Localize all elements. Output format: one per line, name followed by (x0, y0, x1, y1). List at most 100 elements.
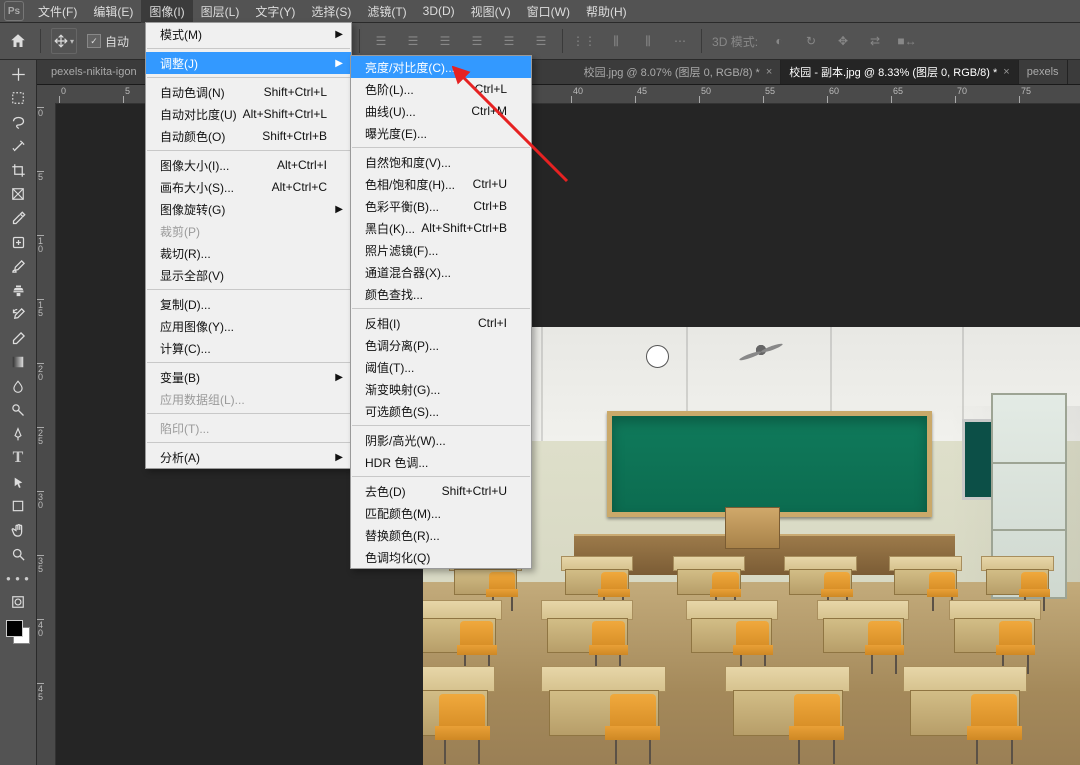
menu-variables[interactable]: 变量(B)▶ (146, 366, 351, 388)
magic-wand-tool[interactable] (5, 135, 31, 157)
marquee-tool[interactable] (5, 87, 31, 109)
menu-help[interactable]: 帮助(H) (578, 0, 635, 23)
more-align-icon[interactable]: ⋯ (669, 30, 691, 52)
type-tool[interactable]: T (5, 447, 31, 469)
distribute-spacing-icon[interactable]: ⫼ (637, 30, 659, 52)
doc-tab-3[interactable]: pexels (1019, 60, 1068, 84)
menu-canvas-size[interactable]: 画布大小(S)...Alt+Ctrl+C (146, 176, 351, 198)
menu-curves[interactable]: 曲线(U)...Ctrl+M (351, 100, 531, 122)
tool-preset-button[interactable]: ▾ (51, 28, 77, 54)
align-left-icon[interactable]: ☰ (370, 30, 392, 52)
eraser-tool[interactable] (5, 327, 31, 349)
menu-image[interactable]: 图像(I) (141, 0, 192, 23)
hand-tool[interactable] (5, 519, 31, 541)
ruler-vertical[interactable]: 051 01 52 02 53 03 54 04 5 (37, 103, 56, 765)
menu-window[interactable]: 窗口(W) (519, 0, 578, 23)
eyedropper-tool[interactable] (5, 207, 31, 229)
menu-color-lookup[interactable]: 颜色查找... (351, 283, 531, 305)
path-select-tool[interactable] (5, 471, 31, 493)
healing-brush-tool[interactable] (5, 231, 31, 253)
home-button[interactable] (6, 29, 30, 53)
menu-view[interactable]: 视图(V) (463, 0, 519, 23)
3d-slide-icon[interactable]: ⇄ (864, 30, 886, 52)
menu-threshold[interactable]: 阈值(T)... (351, 356, 531, 378)
menu-edit[interactable]: 编辑(E) (85, 0, 141, 23)
menu-posterize[interactable]: 色调分离(P)... (351, 334, 531, 356)
close-icon[interactable]: × (1003, 66, 1009, 78)
menu-auto-color[interactable]: 自动颜色(O)Shift+Ctrl+B (146, 125, 351, 147)
menu-image-rotation[interactable]: 图像旋转(G)▶ (146, 198, 351, 220)
menu-trim[interactable]: 裁切(R)... (146, 242, 351, 264)
3d-zoom-icon[interactable]: ■↔ (896, 30, 918, 52)
align-bottom-icon[interactable]: ☰ (530, 30, 552, 52)
frame-tool[interactable] (5, 183, 31, 205)
history-brush-tool[interactable] (5, 303, 31, 325)
menu-auto-contrast[interactable]: 自动对比度(U)Alt+Shift+Ctrl+L (146, 103, 351, 125)
doc-tab-0[interactable]: pexels-nikita-igon (37, 60, 146, 84)
menu-invert[interactable]: 反相(I)Ctrl+I (351, 312, 531, 334)
3d-roll-icon[interactable]: ↻ (800, 30, 822, 52)
menu-calculations[interactable]: 计算(C)... (146, 337, 351, 359)
3d-pan-icon[interactable]: ✥ (832, 30, 854, 52)
menu-apply-image[interactable]: 应用图像(Y)... (146, 315, 351, 337)
color-swatch[interactable] (6, 620, 30, 644)
menu-vibrance[interactable]: 自然饱和度(V)... (351, 151, 531, 173)
auto-select-checkbox[interactable]: ✓ 自动 (87, 33, 129, 50)
align-center-v-icon[interactable]: ☰ (498, 30, 520, 52)
3d-orbit-icon[interactable]: ◐ (768, 30, 790, 52)
move-tool[interactable] (5, 63, 31, 85)
menu-3d[interactable]: 3D(D) (415, 1, 463, 21)
menu-desaturate[interactable]: 去色(D)Shift+Ctrl+U (351, 480, 531, 502)
menu-hdr-toning[interactable]: HDR 色调... (351, 451, 531, 473)
menu-reveal-all[interactable]: 显示全部(V) (146, 264, 351, 286)
menu-filter[interactable]: 滤镜(T) (359, 0, 414, 23)
doc-tab-2[interactable]: 校园 - 副本.jpg @ 8.33% (图层 0, RGB/8) *× (781, 60, 1018, 84)
close-icon[interactable]: × (766, 66, 772, 78)
menu-hue-saturation[interactable]: 色相/饱和度(H)...Ctrl+U (351, 173, 531, 195)
menu-mode[interactable]: 模式(M)▶ (146, 23, 351, 45)
menu-type[interactable]: 文字(Y) (247, 0, 303, 23)
menu-equalize[interactable]: 色调均化(Q) (351, 546, 531, 568)
menu-black-white[interactable]: 黑白(K)...Alt+Shift+Ctrl+B (351, 217, 531, 239)
menu-duplicate[interactable]: 复制(D)... (146, 293, 351, 315)
align-right-icon[interactable]: ☰ (434, 30, 456, 52)
gradient-tool[interactable] (5, 351, 31, 373)
clone-stamp-tool[interactable] (5, 279, 31, 301)
menu-exposure[interactable]: 曝光度(E)... (351, 122, 531, 144)
menu-image-size[interactable]: 图像大小(I)...Alt+Ctrl+I (146, 154, 351, 176)
menu-shadows-highlights[interactable]: 阴影/高光(W)... (351, 429, 531, 451)
menu-color-balance[interactable]: 色彩平衡(B)...Ctrl+B (351, 195, 531, 217)
dodge-tool[interactable] (5, 399, 31, 421)
menu-file[interactable]: 文件(F) (30, 0, 85, 23)
lasso-tool[interactable] (5, 111, 31, 133)
menu-auto-tone[interactable]: 自动色调(N)Shift+Ctrl+L (146, 81, 351, 103)
menu-analysis[interactable]: 分析(A)▶ (146, 446, 351, 468)
doc-tab-1[interactable]: 校园.jpg @ 8.07% (图层 0, RGB/8) *× (576, 60, 782, 84)
menu-gradient-map[interactable]: 渐变映射(G)... (351, 378, 531, 400)
align-top-icon[interactable]: ☰ (466, 30, 488, 52)
menu-levels[interactable]: 色阶(L)...Ctrl+L (351, 78, 531, 100)
ruler-corner (37, 85, 56, 104)
shortcut: Alt+Shift+Ctrl+L (243, 107, 327, 121)
edit-toolbar-icon[interactable]: ● ● ● (5, 567, 31, 589)
zoom-tool[interactable] (5, 543, 31, 565)
menu-replace-color[interactable]: 替换颜色(R)... (351, 524, 531, 546)
crop-tool[interactable] (5, 159, 31, 181)
blur-tool[interactable] (5, 375, 31, 397)
quick-mask-tool[interactable] (5, 591, 31, 613)
menu-brightness-contrast[interactable]: 亮度/对比度(C)... (351, 56, 531, 78)
menu-match-color[interactable]: 匹配颜色(M)... (351, 502, 531, 524)
menu-adjustments[interactable]: 调整(J)▶ (146, 52, 351, 74)
pen-tool[interactable] (5, 423, 31, 445)
menu-photo-filter[interactable]: 照片滤镜(F)... (351, 239, 531, 261)
distribute-v-icon[interactable]: ⫼ (605, 30, 627, 52)
menu-channel-mixer[interactable]: 通道混合器(X)... (351, 261, 531, 283)
brush-tool[interactable] (5, 255, 31, 277)
menu-selective-color[interactable]: 可选颜色(S)... (351, 400, 531, 422)
menu-apply-dataset: 应用数据组(L)... (146, 388, 351, 410)
menu-layer[interactable]: 图层(L) (193, 0, 248, 23)
menu-select[interactable]: 选择(S) (303, 0, 359, 23)
rectangle-tool[interactable] (5, 495, 31, 517)
distribute-h-icon[interactable]: ⋮⋮ (573, 30, 595, 52)
align-center-h-icon[interactable]: ☰ (402, 30, 424, 52)
